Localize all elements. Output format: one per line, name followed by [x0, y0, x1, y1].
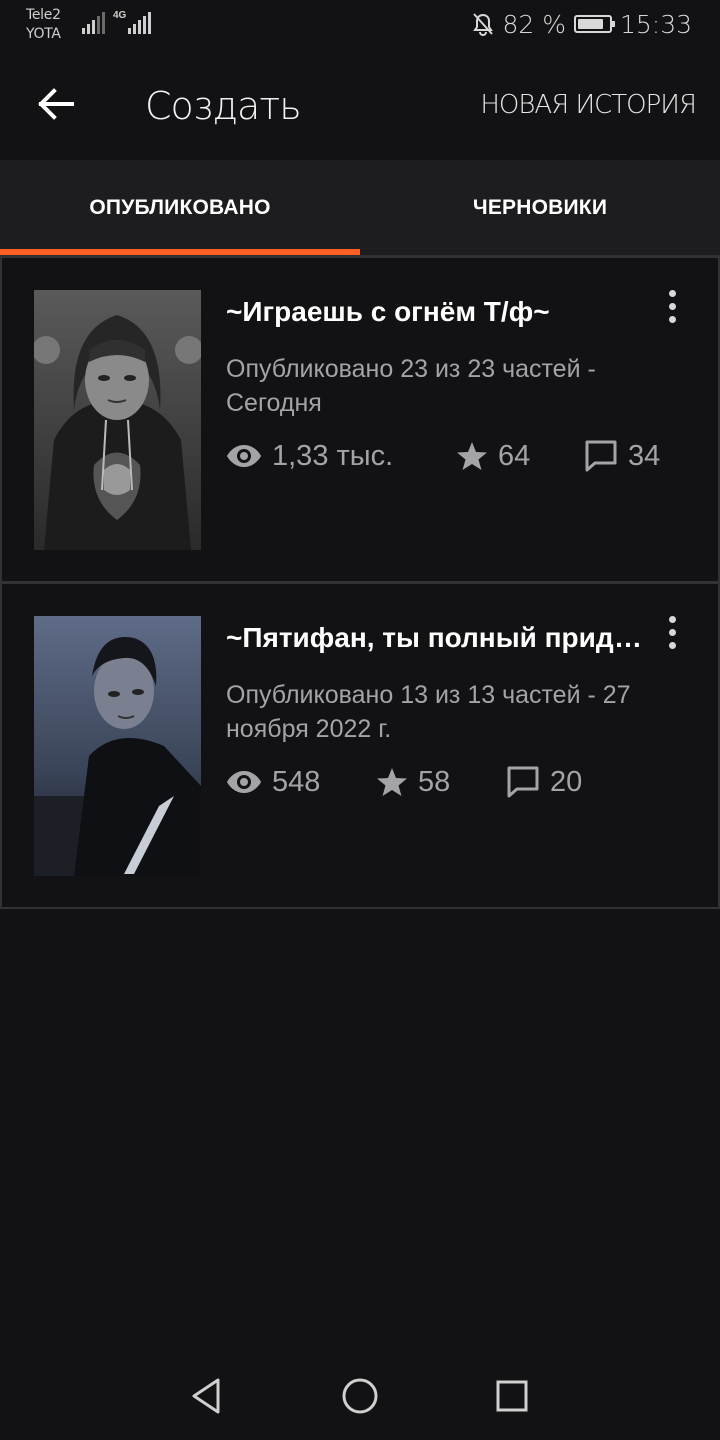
comments-count: 20: [550, 765, 583, 798]
battery-icon: [573, 15, 615, 33]
comments-count: 34: [628, 439, 661, 472]
story-publish-info: Опубликовано 13 из 13 частей - 27 ноября…: [226, 681, 631, 743]
tab-indicator: [0, 249, 360, 255]
clock: 15:33: [619, 9, 692, 39]
page-title: Создать: [145, 84, 302, 128]
story-cover-image[interactable]: [34, 290, 201, 550]
story-menu-button[interactable]: [660, 612, 684, 652]
system-nav-bar: [0, 1350, 720, 1440]
story-menu-button[interactable]: [660, 286, 684, 326]
recents-square-icon[interactable]: [482, 1370, 542, 1422]
home-circle-icon[interactable]: [330, 1370, 390, 1422]
network-type: 4G: [113, 10, 127, 21]
votes-stat: 58: [376, 766, 506, 799]
story-title[interactable]: ~Играешь с огнём Т/ф~: [226, 296, 646, 328]
new-story-button[interactable]: НОВАЯ ИСТОРИЯ: [480, 90, 697, 120]
story-card[interactable]: ~Играешь с огнём Т/ф~ Опубликовано 23 из…: [0, 256, 720, 583]
comment-icon: [507, 766, 539, 798]
story-publish-info: Опубликовано 23 из 23 частей - Сегодня: [226, 355, 596, 417]
back-button[interactable]: [30, 78, 82, 130]
battery-percent: 82 %: [502, 9, 566, 39]
comments-stat: 20: [506, 765, 582, 799]
status-right: 82 % 15:33: [472, 8, 692, 40]
star-icon: [457, 442, 487, 470]
votes-stat: 64: [456, 440, 584, 473]
comment-icon: [585, 440, 617, 472]
views-count: 548: [272, 765, 321, 798]
star-icon: [377, 768, 407, 796]
back-triangle-icon[interactable]: [176, 1370, 236, 1422]
views-stat: 1,33 тыс.: [226, 440, 456, 473]
tab-published[interactable]: ОПУБЛИКОВАНО: [0, 160, 360, 256]
carrier-2: YOTA: [26, 26, 61, 42]
tab-bar: ОПУБЛИКОВАНО ЧЕРНОВИКИ: [0, 160, 720, 256]
votes-count: 58: [418, 765, 451, 798]
carrier-label: Tele2 YOTA: [26, 5, 61, 44]
story-stats: 1,33 тыс. 64 34: [226, 436, 660, 476]
comments-stat: 34: [584, 439, 660, 473]
app-header: Создать НОВАЯ ИСТОРИЯ: [0, 48, 720, 160]
carrier-1: Tele2: [26, 7, 61, 23]
status-bar: Tele2 YOTA 4G 82 % 15:33: [0, 0, 720, 48]
eye-icon: [227, 771, 261, 793]
story-cover-image[interactable]: [34, 616, 201, 876]
views-count: 1,33 тыс.: [272, 439, 394, 472]
votes-count: 64: [498, 439, 531, 472]
tab-drafts[interactable]: ЧЕРНОВИКИ: [360, 160, 720, 256]
eye-icon: [227, 445, 261, 467]
arrow-left-icon: [38, 88, 74, 120]
mute-icon: [473, 13, 494, 36]
views-stat: 548: [226, 766, 376, 799]
story-title[interactable]: ~Пятифан, ты полный придурок~: [226, 622, 646, 654]
signal-icon-2: [128, 12, 151, 34]
signal-icon: [82, 12, 105, 34]
story-card[interactable]: ~Пятифан, ты полный придурок~ Опубликова…: [0, 582, 720, 909]
story-stats: 548 58 20: [226, 762, 582, 802]
